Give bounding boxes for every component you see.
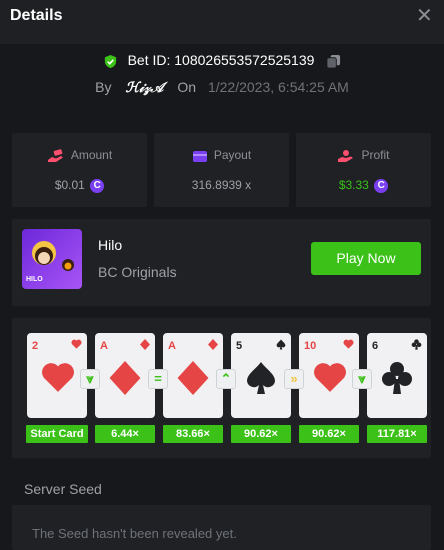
lower-icon: ⩔ [352,369,372,389]
diamond-icon [109,361,141,395]
game-name: Hilo [98,237,123,253]
server-seed-box: The Seed hasn't been revealed yet. [12,505,431,550]
amount-card: Amount $0.01 C [12,133,147,207]
club-icon [411,339,422,350]
card-multiplier: 90.62× [231,425,291,443]
profit-card: Profit $3.33 C [296,133,431,207]
card-multiplier: 6.44× [95,425,155,443]
modal-title: Details [10,7,63,24]
spade-icon [247,362,275,394]
card-multiplier: 83.66× [163,425,223,443]
card-rank: 5 [236,340,243,352]
amount-value: $0.01 [54,178,85,192]
diamond-icon [140,339,150,350]
diamond-icon [177,361,209,395]
spade-icon [276,339,286,350]
play-now-button[interactable]: Play Now [311,242,421,275]
lower-icon: ⩔ [80,369,100,389]
amount-label: Amount [70,148,113,162]
username-link[interactable]: ℋ𝒾𝓏𝒜 [125,80,163,96]
skip-icon: » [284,369,304,389]
profit-label: Profit [361,148,390,162]
diamond-icon [208,339,218,350]
bet-id-row: Bet ID: 108026553572525139 [0,52,444,69]
profit-value: $3.33 [338,178,369,192]
card-rank: 6 [372,340,379,352]
server-seed-text: The Seed hasn't been revealed yet. [32,526,237,541]
card-multiplier: Start Card [26,425,88,443]
copy-icon[interactable] [326,54,341,69]
card-2-hearts: 2 [27,333,87,418]
coin-icon: C [374,178,389,193]
verified-shield-icon [104,54,116,68]
heart-icon [71,339,82,349]
payout-value: 316.8939 x [191,178,252,192]
coin-icon: C [90,178,105,193]
club-icon [382,362,412,394]
card-a-diamonds: A [163,333,223,418]
profit-hand-icon [338,149,354,162]
payout-label: Payout [213,148,252,162]
modal-header: Details ✕ [0,0,444,44]
card-rank: 10 [304,340,317,352]
game-provider: BC Originals [98,264,177,280]
card-rank: 2 [32,340,39,352]
bet-id: Bet ID: 108026553572525139 [127,52,315,68]
money-hand-icon [47,149,63,162]
same-icon: = [148,369,168,389]
card-a-diamonds: A [95,333,155,418]
card-multiplier: 90.62× [299,425,359,443]
card-rank: A [100,340,108,352]
game-card: HILO Hilo BC Originals Play Now [12,219,431,306]
cards-panel: 2 Start Card A ⩔ 6.44× A = 83.66× 5 ⌃ 90… [12,318,431,458]
server-seed-label: Server Seed [24,481,102,497]
heart-icon [42,363,74,392]
close-icon[interactable]: ✕ [416,6,433,26]
by-label: By [95,79,112,95]
payout-card: Payout 316.8939 x [154,133,289,207]
heart-icon [343,339,354,349]
card-6-clubs: 6 [367,333,427,418]
wallet-icon [192,150,207,162]
heart-icon [314,363,346,392]
hilo-thumbnail[interactable]: HILO [22,229,82,289]
card-multiplier: 117.81× [367,425,427,443]
card-rank: A [168,340,176,352]
higher-icon: ⌃ [216,369,236,389]
card-5-spades: 5 [231,333,291,418]
bet-date: 1/22/2023, 6:54:25 AM [207,79,349,95]
card-10-hearts: 10 [299,333,359,418]
thumb-label: HILO [26,276,43,283]
bet-meta-row: By ℋ𝒾𝓏𝒜 On 1/22/2023, 6:54:25 AM [0,79,444,96]
on-label: On [177,79,197,95]
